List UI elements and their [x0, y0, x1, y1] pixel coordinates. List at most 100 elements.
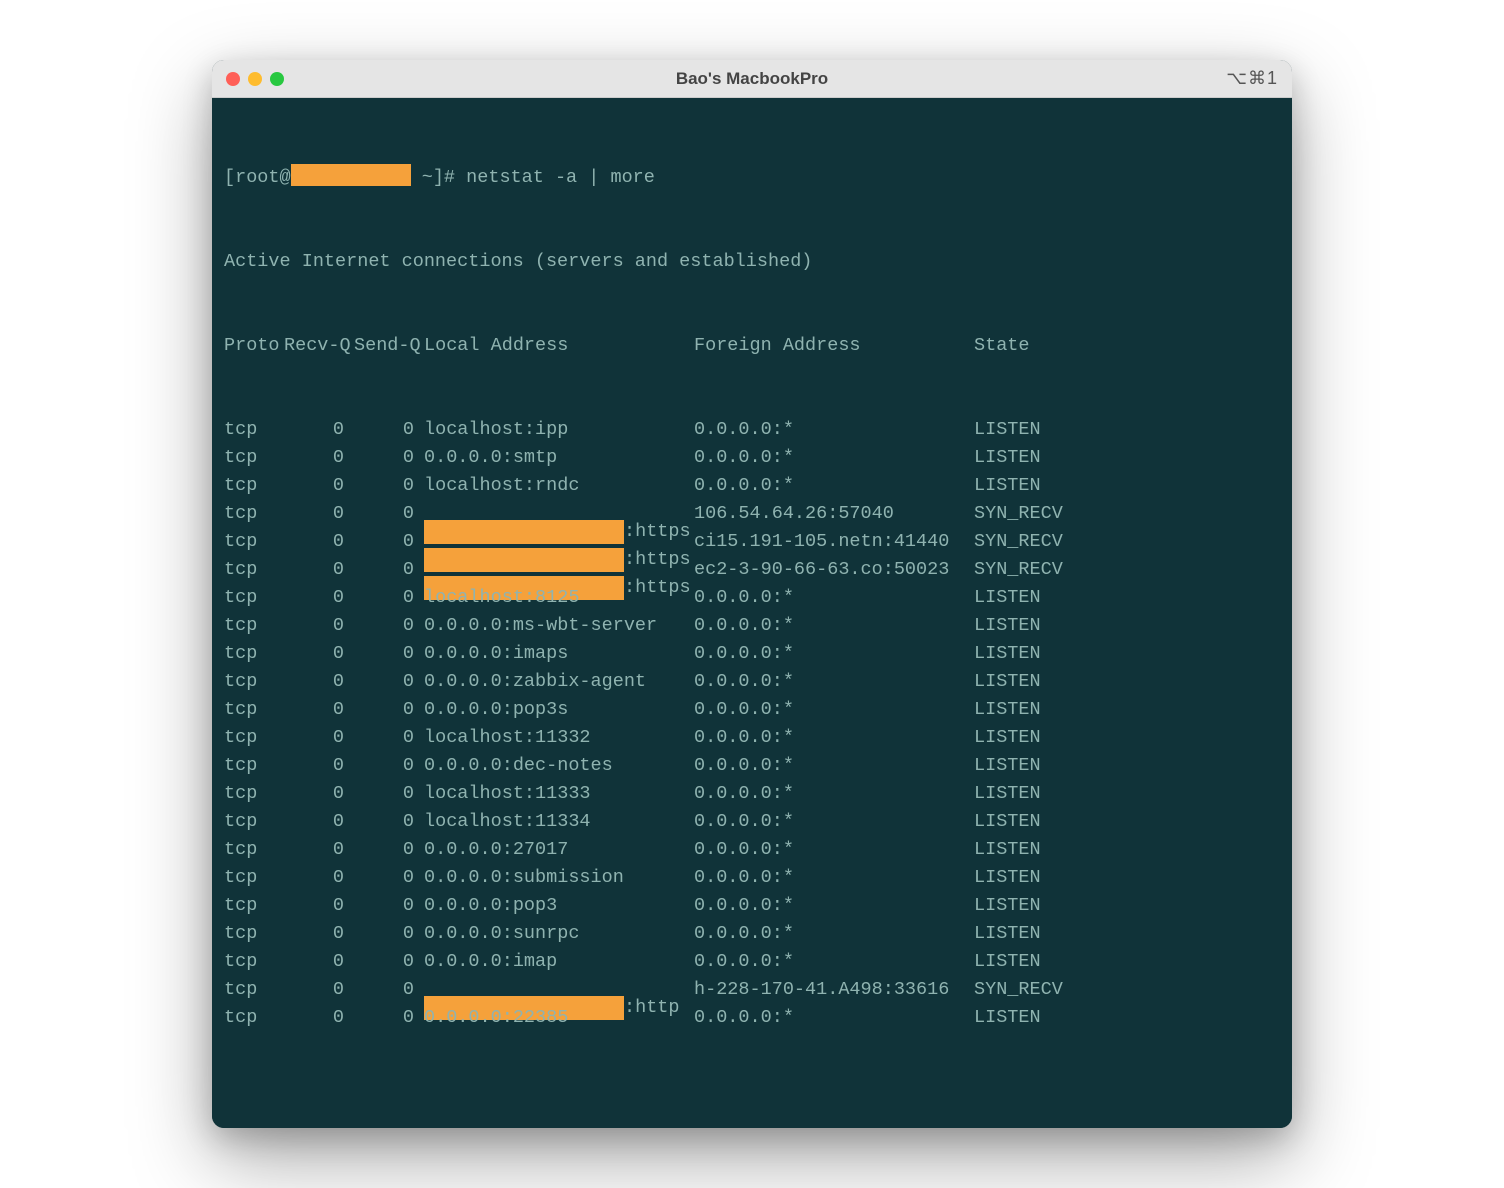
cell-recvq: 0 [284, 500, 344, 528]
cell-foreign: 0.0.0.0:* [694, 780, 974, 808]
cell-local: 0.0.0.0:sunrpc [414, 920, 694, 948]
cell-local: 0.0.0.0:zabbix-agent [414, 668, 694, 696]
prompt-line: [root@ ~]# netstat -a | more [224, 164, 1280, 192]
cell-state: SYN_RECV [974, 976, 1063, 1004]
cell-proto: tcp [224, 528, 284, 556]
cell-state: SYN_RECV [974, 528, 1063, 556]
table-row: tcp000.0.0.0:zabbix-agent0.0.0.0:*LISTEN [224, 668, 1280, 696]
cell-recvq: 0 [284, 1004, 344, 1032]
table-row: tcp000.0.0.0:270170.0.0.0:*LISTEN [224, 836, 1280, 864]
cell-foreign: 0.0.0.0:* [694, 472, 974, 500]
command-text: netstat -a | more [466, 167, 655, 188]
cell-state: LISTEN [974, 1004, 1041, 1032]
cell-recvq: 0 [284, 668, 344, 696]
cell-sendq: 0 [344, 724, 414, 752]
shortcut-label: ⌥⌘1 [1226, 68, 1278, 89]
cell-foreign: 0.0.0.0:* [694, 948, 974, 976]
cell-foreign: 0.0.0.0:* [694, 724, 974, 752]
cell-sendq: 0 [344, 472, 414, 500]
cell-state: LISTEN [974, 696, 1041, 724]
cell-sendq: 0 [344, 584, 414, 612]
cell-recvq: 0 [284, 724, 344, 752]
close-button[interactable] [226, 72, 240, 86]
cell-state: LISTEN [974, 724, 1041, 752]
cell-sendq: 0 [344, 528, 414, 556]
cell-local: localhost:ipp [414, 416, 694, 444]
table-row: tcp00localhost:113330.0.0.0:*LISTEN [224, 780, 1280, 808]
table-row: tcp00:httph-228-170-41.A498:33616SYN_REC… [224, 976, 1280, 1004]
cell-proto: tcp [224, 864, 284, 892]
terminal-body[interactable]: [root@ ~]# netstat -a | more Active Inte… [212, 98, 1292, 1128]
cell-foreign: 0.0.0.0:* [694, 640, 974, 668]
cell-recvq: 0 [284, 696, 344, 724]
cell-sendq: 0 [344, 892, 414, 920]
cell-proto: tcp [224, 836, 284, 864]
cell-proto: tcp [224, 416, 284, 444]
minimize-button[interactable] [248, 72, 262, 86]
cell-foreign: ec2-3-90-66-63.co:50023 [694, 556, 974, 584]
cell-state: LISTEN [974, 948, 1041, 976]
cell-recvq: 0 [284, 780, 344, 808]
cell-proto: tcp [224, 640, 284, 668]
prompt-prefix: [root@ [224, 167, 291, 188]
cell-foreign: 0.0.0.0:* [694, 696, 974, 724]
cell-sendq: 0 [344, 752, 414, 780]
table-row: tcp00localhost:rndc0.0.0.0:*LISTEN [224, 472, 1280, 500]
cell-state: LISTEN [974, 836, 1041, 864]
cell-recvq: 0 [284, 892, 344, 920]
cell-local: 0.0.0.0:submission [414, 864, 694, 892]
cell-local: localhost:8125 [414, 584, 694, 612]
cell-proto: tcp [224, 920, 284, 948]
cell-local: 0.0.0.0:imap [414, 948, 694, 976]
cell-sendq: 0 [344, 808, 414, 836]
table-row: tcp000.0.0.0:pop3s0.0.0.0:*LISTEN [224, 696, 1280, 724]
table-row: tcp000.0.0.0:sunrpc0.0.0.0:*LISTEN [224, 920, 1280, 948]
cell-foreign: 0.0.0.0:* [694, 668, 974, 696]
cell-foreign: 0.0.0.0:* [694, 1004, 974, 1032]
table-row: tcp00localhost:81250.0.0.0:*LISTEN [224, 584, 1280, 612]
cell-local: 0.0.0.0:smtp [414, 444, 694, 472]
cell-proto: tcp [224, 808, 284, 836]
cell-foreign: 106.54.64.26:57040 [694, 500, 974, 528]
table-row: tcp000.0.0.0:dec-notes0.0.0.0:*LISTEN [224, 752, 1280, 780]
cell-state: LISTEN [974, 780, 1041, 808]
cell-sendq: 0 [344, 780, 414, 808]
cell-recvq: 0 [284, 584, 344, 612]
header-sendq: Send-Q [354, 332, 424, 360]
cell-proto: tcp [224, 668, 284, 696]
cell-local: localhost:11332 [414, 724, 694, 752]
zoom-button[interactable] [270, 72, 284, 86]
table-row: tcp000.0.0.0:pop30.0.0.0:*LISTEN [224, 892, 1280, 920]
cell-recvq: 0 [284, 752, 344, 780]
cell-local: localhost:rndc [414, 472, 694, 500]
cell-sendq: 0 [344, 864, 414, 892]
cell-local: localhost:11334 [414, 808, 694, 836]
cell-recvq: 0 [284, 612, 344, 640]
cell-proto: tcp [224, 696, 284, 724]
cell-sendq: 0 [344, 556, 414, 584]
cell-sendq: 0 [344, 696, 414, 724]
cell-recvq: 0 [284, 416, 344, 444]
table-row: tcp00:https106.54.64.26:57040SYN_RECV [224, 500, 1280, 528]
cell-state: LISTEN [974, 444, 1041, 472]
cell-state: SYN_RECV [974, 500, 1063, 528]
cell-recvq: 0 [284, 556, 344, 584]
cell-recvq: 0 [284, 836, 344, 864]
table-row: tcp000.0.0.0:ms-wbt-server0.0.0.0:*LISTE… [224, 612, 1280, 640]
cell-proto: tcp [224, 724, 284, 752]
cell-foreign: 0.0.0.0:* [694, 892, 974, 920]
cell-sendq: 0 [344, 640, 414, 668]
cell-state: SYN_RECV [974, 556, 1063, 584]
table-row: tcp000.0.0.0:submission0.0.0.0:*LISTEN [224, 864, 1280, 892]
cell-foreign: h-228-170-41.A498:33616 [694, 976, 974, 1004]
cell-proto: tcp [224, 752, 284, 780]
cell-state: LISTEN [974, 416, 1041, 444]
cell-recvq: 0 [284, 948, 344, 976]
titlebar: Bao's MacbookPro ⌥⌘1 [212, 60, 1292, 98]
cell-state: LISTEN [974, 864, 1041, 892]
cell-sendq: 0 [344, 836, 414, 864]
traffic-lights [226, 72, 284, 86]
redacted-hostname [291, 164, 411, 186]
cell-recvq: 0 [284, 444, 344, 472]
cell-sendq: 0 [344, 920, 414, 948]
